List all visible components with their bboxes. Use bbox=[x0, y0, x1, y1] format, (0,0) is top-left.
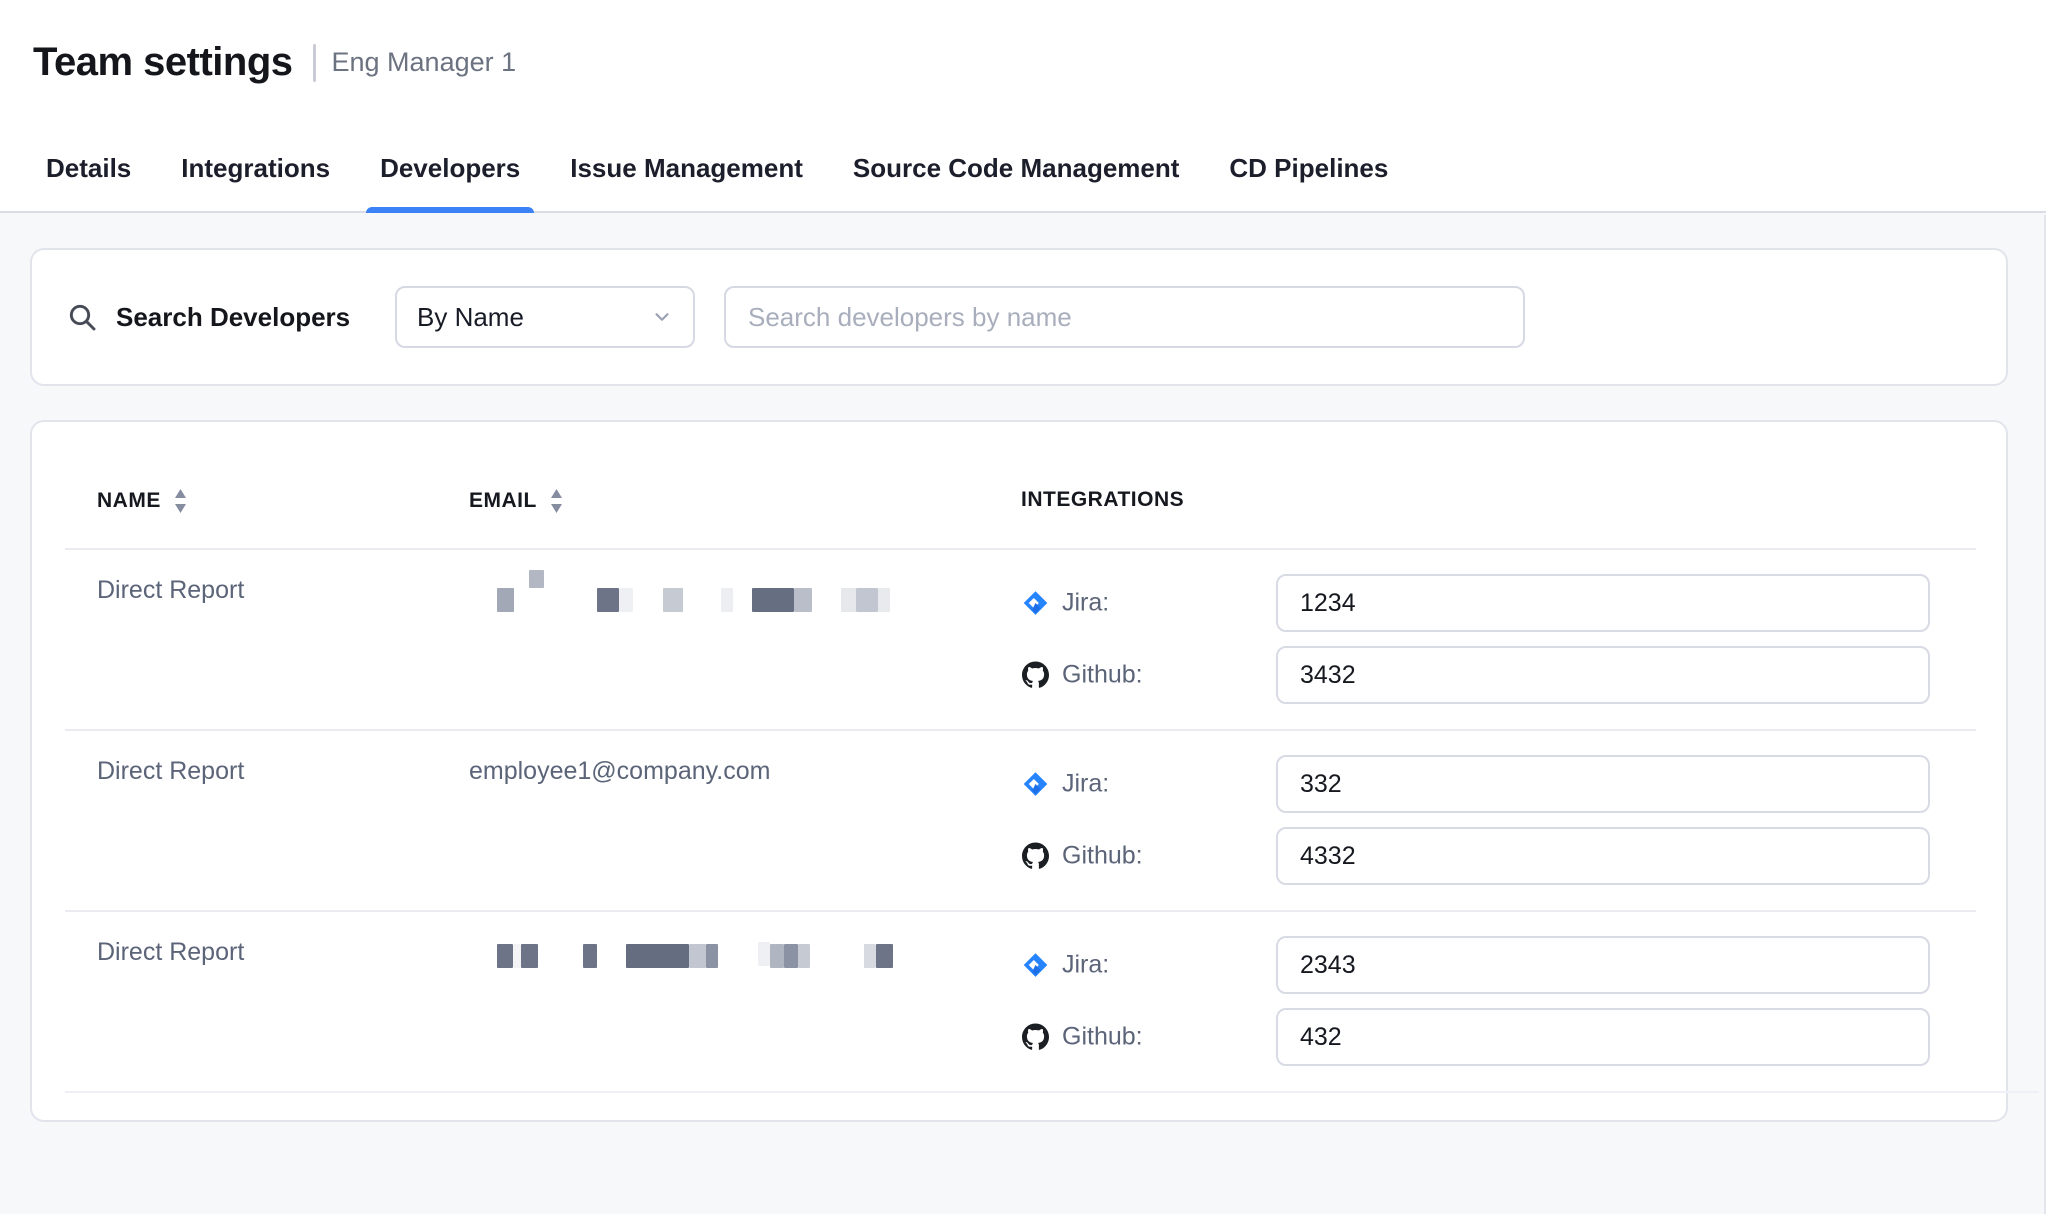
team-name-subtitle: Eng Manager 1 bbox=[332, 47, 517, 78]
jira-icon bbox=[1022, 952, 1049, 979]
column-header-integrations: INTEGRATIONS bbox=[1021, 488, 1184, 512]
jira-field: Jira: bbox=[32, 574, 2006, 632]
tab-details[interactable]: Details bbox=[46, 125, 131, 211]
jira-id-input[interactable] bbox=[1276, 755, 1930, 813]
sort-icon-email[interactable] bbox=[549, 488, 564, 514]
github-icon bbox=[1022, 662, 1049, 689]
github-field: Github: bbox=[32, 1008, 2006, 1066]
integrations-cell: Jira: Github: bbox=[32, 936, 2006, 1080]
jira-icon bbox=[1022, 590, 1049, 617]
tab-cd-pipelines[interactable]: CD Pipelines bbox=[1229, 125, 1388, 211]
search-developers-label: Search Developers bbox=[116, 302, 350, 333]
tab-developers[interactable]: Developers bbox=[380, 125, 520, 211]
github-field: Github: bbox=[32, 827, 2006, 885]
main-content: Search Developers By Name NAME EMAIL bbox=[0, 215, 2046, 1214]
chevron-down-icon bbox=[651, 306, 673, 328]
row-separator bbox=[65, 910, 1976, 912]
integrations-cell: Jira: Github: bbox=[32, 574, 2006, 718]
jira-label: Jira: bbox=[1062, 589, 1109, 618]
row-separator bbox=[65, 729, 1976, 731]
row-separator bbox=[65, 548, 1976, 550]
tab-integrations[interactable]: Integrations bbox=[181, 125, 330, 211]
github-label: Github: bbox=[1062, 842, 1143, 871]
sort-icon-name[interactable] bbox=[173, 488, 188, 514]
jira-field: Jira: bbox=[32, 755, 2006, 813]
search-developers-input[interactable] bbox=[724, 286, 1525, 348]
table-body: Direct Report Jira: Github: bbox=[32, 548, 2006, 1091]
jira-id-input[interactable] bbox=[1276, 574, 1930, 632]
title-divider bbox=[313, 44, 316, 82]
tab-source-code-management[interactable]: Source Code Management bbox=[853, 125, 1180, 211]
developers-table-card: NAME EMAIL INTEGRATIONS Direct Report bbox=[30, 420, 2008, 1122]
table-row: Direct Report Jira: Github: bbox=[32, 910, 2006, 1091]
column-header-email: EMAIL bbox=[469, 488, 564, 514]
search-filter-select[interactable]: By Name bbox=[395, 286, 695, 348]
github-label: Github: bbox=[1062, 1023, 1143, 1052]
search-filter-value: By Name bbox=[417, 302, 524, 333]
search-icon bbox=[66, 301, 98, 333]
table-row: Direct Report employee1@company.com Jira… bbox=[32, 729, 2006, 910]
table-row: Direct Report Jira: Github: bbox=[32, 548, 2006, 729]
github-icon bbox=[1022, 1024, 1049, 1051]
github-id-input[interactable] bbox=[1276, 1008, 1930, 1066]
jira-icon bbox=[1022, 771, 1049, 798]
jira-id-input[interactable] bbox=[1276, 936, 1930, 994]
page-title: Team settings bbox=[33, 40, 293, 85]
integrations-cell: Jira: Github: bbox=[32, 755, 2006, 899]
github-id-input[interactable] bbox=[1276, 646, 1930, 704]
jira-label: Jira: bbox=[1062, 951, 1109, 980]
column-header-name: NAME bbox=[97, 488, 188, 514]
jira-label: Jira: bbox=[1062, 770, 1109, 799]
tab-issue-management[interactable]: Issue Management bbox=[570, 125, 803, 211]
jira-field: Jira: bbox=[32, 936, 2006, 994]
table-header-row: NAME EMAIL INTEGRATIONS bbox=[32, 422, 2006, 548]
search-developers-card: Search Developers By Name bbox=[30, 248, 2008, 386]
github-id-input[interactable] bbox=[1276, 827, 1930, 885]
tab-bar: Details Integrations Developers Issue Ma… bbox=[0, 125, 2046, 213]
github-label: Github: bbox=[1062, 661, 1143, 690]
page-header: Team settings Eng Manager 1 bbox=[0, 0, 2046, 125]
github-field: Github: bbox=[32, 646, 2006, 704]
table-bottom-separator bbox=[65, 1091, 2039, 1093]
github-icon bbox=[1022, 843, 1049, 870]
